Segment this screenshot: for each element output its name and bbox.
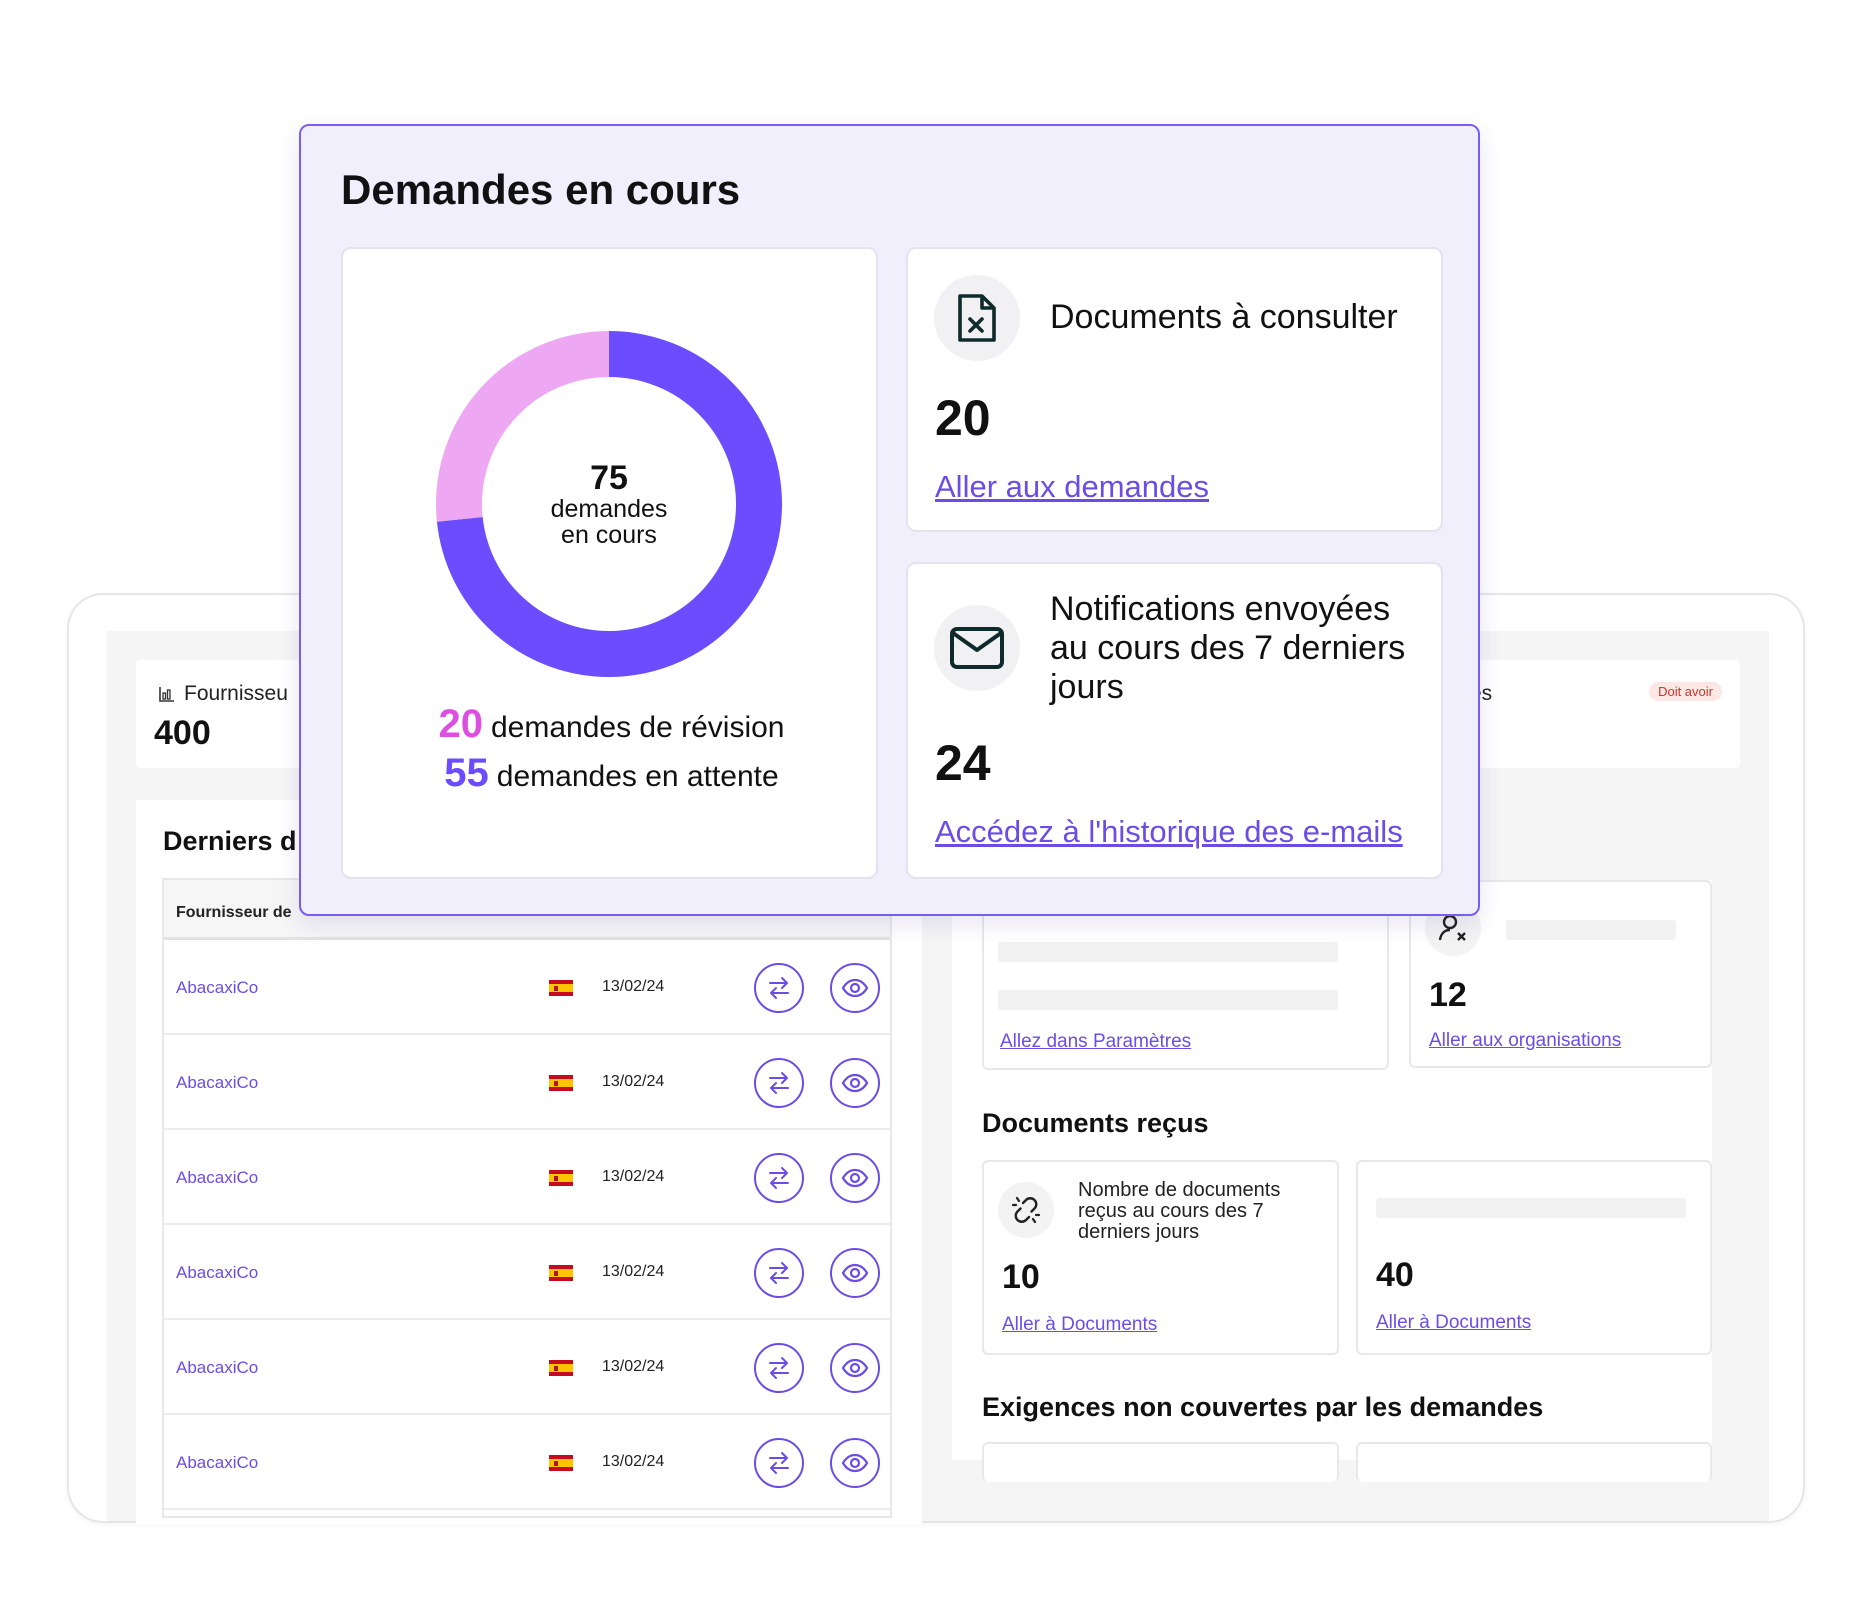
attente-count: 55 [444, 751, 489, 795]
row-date: 13/02/24 [602, 1453, 665, 1470]
swap-button[interactable] [754, 1058, 804, 1108]
view-button[interactable] [830, 1153, 880, 1203]
row-date: 13/02/24 [602, 1073, 665, 1090]
table-row[interactable]: AbacaxiCo 13/02/24 [164, 1130, 890, 1225]
documents-value: 20 [935, 390, 991, 446]
popup-title: Demandes en cours [341, 166, 741, 213]
view-button[interactable] [830, 1343, 880, 1393]
eye-icon [841, 1073, 869, 1093]
requirements-title: Exigences non couvertes par les demandes [982, 1392, 1544, 1422]
eye-icon [841, 1263, 869, 1283]
documents-label: Documents à consulter [1050, 298, 1398, 336]
supplier-name-link[interactable]: AbacaxiCo [176, 978, 258, 998]
documents-card-2: 40 Aller à Documents [1356, 1160, 1712, 1355]
revision-label: demandes de révision [490, 711, 785, 744]
swap-button[interactable] [754, 1153, 804, 1203]
table-row[interactable]: AbacaxiCo 13/02/24 [164, 1225, 890, 1320]
go-to-documents-link-2[interactable]: Aller à Documents [1376, 1312, 1531, 1334]
go-to-organisations-link[interactable]: Aller aux organisations [1429, 1030, 1621, 1052]
documents-received-title: Documents reçus [982, 1108, 1209, 1138]
supplier-name-link[interactable]: AbacaxiCo [176, 1358, 258, 1378]
notifications-label: Notifications envoyées au cours des 7 de… [1050, 590, 1406, 706]
mail-icon [934, 605, 1020, 691]
suppliers-stat-value: 400 [154, 714, 211, 752]
email-history-link[interactable]: Accédez à l'historique des e-mails [935, 814, 1403, 850]
table-row[interactable]: AbacaxiCo 13/02/24 [164, 940, 890, 1035]
organisations-value: 12 [1429, 976, 1467, 1014]
go-to-documents-link[interactable]: Aller à Documents [1002, 1314, 1157, 1336]
notifications-value: 24 [935, 735, 991, 791]
table-row[interactable]: AbacaxiCo 13/02/24 [164, 1320, 890, 1415]
view-button[interactable] [830, 1438, 880, 1488]
row-date: 13/02/24 [602, 1358, 665, 1375]
view-button[interactable] [830, 1248, 880, 1298]
go-to-requests-link[interactable]: Aller aux demandes [935, 469, 1209, 505]
file-x-icon [934, 275, 1020, 361]
status-badge: Doit avoir [1649, 682, 1722, 701]
chart-icon [159, 687, 174, 702]
spain-flag-icon [549, 1360, 573, 1376]
swap-button[interactable] [754, 1343, 804, 1393]
view-button[interactable] [830, 963, 880, 1013]
notifications-card: Notifications envoyées au cours des 7 de… [906, 562, 1443, 879]
legend-attente: 55 demandes en attente [343, 751, 880, 796]
row-date: 13/02/24 [602, 1168, 665, 1185]
suppliers-table: Fournisseur de AbacaxiCo 13/02/24 AbacaxiC… [162, 878, 892, 1518]
suppliers-stat-label: Fournisseu [184, 682, 288, 705]
spain-flag-icon [549, 1170, 573, 1186]
eye-icon [841, 978, 869, 998]
spain-flag-icon [549, 1075, 573, 1091]
donut-chart: 75 demandes en cours [436, 331, 782, 677]
received-docs-card: Nombre de documents reçus au cours des 7… [982, 1160, 1339, 1355]
swap-button[interactable] [754, 1438, 804, 1488]
spain-flag-icon [549, 980, 573, 996]
received-docs-label: Nombre de documents reçus au cours des 7… [1078, 1179, 1281, 1243]
go-to-settings-link[interactable]: Allez dans Paramètres [1000, 1031, 1191, 1053]
received-docs-value: 10 [1002, 1258, 1040, 1296]
supplier-name-link[interactable]: AbacaxiCo [176, 1073, 258, 1093]
requests-in-progress-popup: Demandes en cours 75 demandes en cours 2… [299, 124, 1480, 916]
legend-revision: 20 demandes de révision [343, 702, 880, 747]
revision-count: 20 [438, 702, 483, 746]
swap-icon [769, 1072, 789, 1094]
donut-total: 75 [590, 459, 628, 497]
swap-button[interactable] [754, 1248, 804, 1298]
swap-icon [769, 1357, 789, 1379]
swap-button[interactable] [754, 963, 804, 1013]
view-button[interactable] [830, 1058, 880, 1108]
spain-flag-icon [549, 1455, 573, 1471]
requirements-card-1 [982, 1442, 1339, 1482]
list-title: Derniers d [163, 826, 297, 856]
attente-label: demandes en attente [496, 760, 779, 793]
eye-icon [841, 1358, 869, 1378]
supplier-name-link[interactable]: AbacaxiCo [176, 1453, 258, 1473]
swap-icon [769, 1452, 789, 1474]
requirements-card-2 [1356, 1442, 1712, 1482]
row-date: 13/02/24 [602, 1263, 665, 1280]
supplier-name-link[interactable]: AbacaxiCo [176, 1168, 258, 1188]
documents-to-review-card: Documents à consulter 20 Aller aux deman… [906, 247, 1443, 532]
eye-icon [841, 1168, 869, 1188]
documents-card-2-value: 40 [1376, 1256, 1414, 1294]
donut-center-line2: en cours [561, 521, 657, 549]
donut-chart-card: 75 demandes en cours 20 demandes de révis… [341, 247, 878, 879]
swap-icon [769, 1262, 789, 1284]
supplier-name-link[interactable]: AbacaxiCo [176, 1263, 258, 1283]
swap-icon [769, 977, 789, 999]
spain-flag-icon [549, 1265, 573, 1281]
donut-center-line1: demandes [550, 495, 668, 523]
table-row[interactable]: AbacaxiCo 13/02/24 [164, 1415, 890, 1510]
swap-icon [769, 1167, 789, 1189]
eye-icon [841, 1453, 869, 1473]
broken-link-icon [998, 1182, 1054, 1238]
right-panel: Allez dans Paramètres 12 Aller aux organ… [952, 880, 1712, 1482]
table-row[interactable]: AbacaxiCo 13/02/24 [164, 1035, 890, 1130]
row-date: 13/02/24 [602, 978, 665, 995]
